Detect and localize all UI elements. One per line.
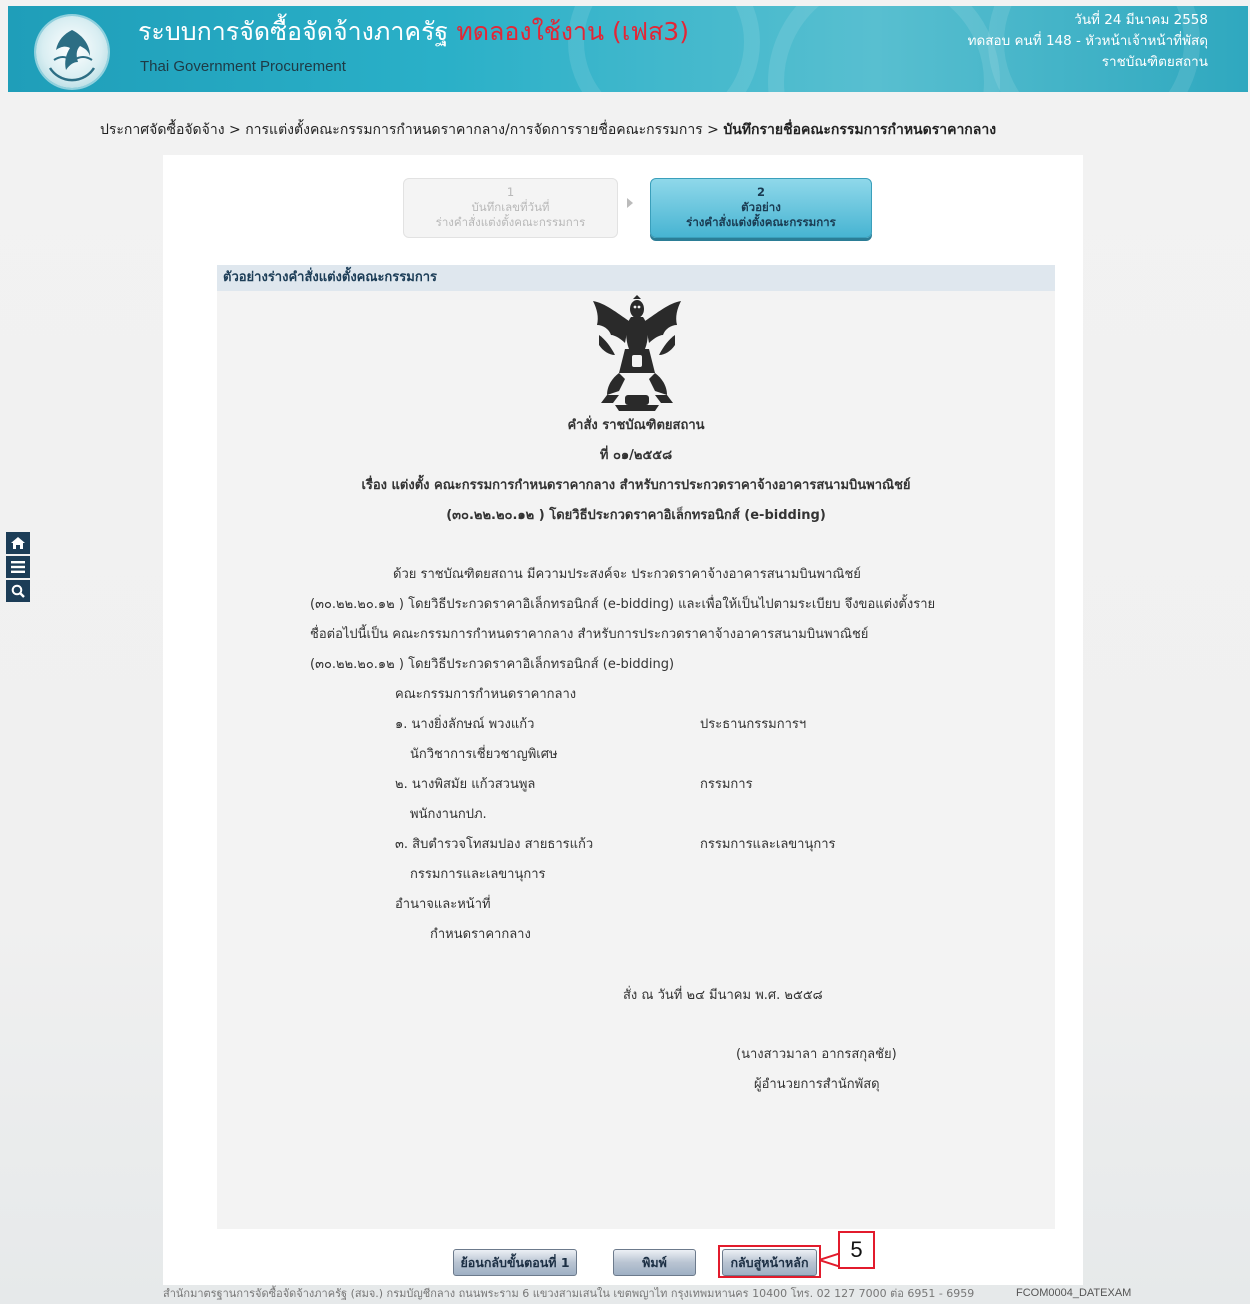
order-date: สั่ง ณ วันที่ ๒๔ มีนาคม พ.ศ. ๒๕๕๘ (623, 988, 823, 1003)
committee-heading: คณะกรรมการกำหนดราคากลาง (395, 687, 577, 702)
order-para-line3: ชื่อต่อไปนี้เป็น คณะกรรมการกำหนดราคากลาง… (310, 627, 869, 642)
member-position: นักวิชาการเชี่ยวชาญพิเศษ (410, 747, 558, 762)
garuda-emblem (593, 295, 681, 411)
system-title-text: ระบบการจัดซื้อจัดจ้างภาครัฐ (138, 17, 449, 46)
breadcrumb-item-announce[interactable]: ประกาศจัดซื้อจัดจ้าง (100, 122, 225, 138)
breadcrumb-separator: > (707, 122, 719, 138)
member-role: กรรมการ (700, 777, 753, 792)
panel-title: ตัวอย่างร่างคำสั่งแต่งตั้งคณะกรรมการ (217, 265, 1055, 291)
print-button[interactable]: พิมพ์ (613, 1249, 696, 1276)
order-document: คำสั่ง ราชบัณฑิตยสถาน ที่ ๐๑/๒๕๕๘ เรื่อง… (217, 291, 1055, 1229)
signer-title: ผู้อำนวยการสำนักพัสดุ (754, 1077, 880, 1092)
order-heading: คำสั่ง ราชบัณฑิตยสถาน (567, 418, 705, 433)
step-number: 1 (506, 185, 515, 199)
user-name: ทดสอบ คนที่ 148 - หัวหน้าเจ้าหน้าที่พัสด… (967, 33, 1208, 49)
member-position: พนักงานกปภ. (410, 807, 487, 822)
breadcrumb: ประกาศจัดซื้อจัดจ้าง > การแต่งตั้งคณะกรร… (100, 119, 996, 141)
current-date: วันที่ 24 มีนาคม 2558 (1074, 12, 1208, 28)
member-role: ประธานกรรมการฯ (700, 717, 807, 732)
wizard-step-1[interactable]: 1 บันทึกเลขที่วันที่ ร่างคำสั่งแต่งตั้งค… (403, 178, 618, 238)
user-info: วันที่ 24 มีนาคม 2558 ทดสอบ คนที่ 148 - … (968, 10, 1208, 73)
step-arrow-icon (627, 198, 633, 208)
order-para-line2: (๓๐.๒๒.๒๐.๑๒ ) โดยวิธีประกวดราคาอิเล็กทร… (310, 597, 936, 612)
user-org: ราชบัณฑิตยสถาน (1101, 54, 1208, 70)
main-card: 1 บันทึกเลขที่วันที่ ร่างคำสั่งแต่งตั้งค… (163, 155, 1083, 1285)
member-name: ๑. นางยิ่งลักษณ์ พวงแก้ว (395, 717, 535, 732)
side-toolbar (6, 532, 30, 604)
system-title: ระบบการจัดซื้อจัดจ้างภาครัฐ ทดลองใช้งาน (… (138, 12, 689, 52)
signer-name: (นางสาวมาลา อากรสกุลชัย) (736, 1047, 897, 1062)
annotation-highlight-box (718, 1245, 821, 1278)
duty-text: กำหนดราคากลาง (430, 927, 531, 942)
breadcrumb-item-committee[interactable]: การแต่งตั้งคณะกรรมการกำหนดราคากลาง/การจั… (245, 122, 703, 138)
search-icon[interactable] (6, 580, 30, 602)
order-subject-line2: (๓๐.๒๒.๒๐.๑๒ ) โดยวิธีประกวดราคาอิเล็กทร… (446, 508, 826, 523)
duty-heading: อำนาจและหน้าที่ (395, 897, 491, 912)
step-label-line2: ร่างคำสั่งแต่งตั้งคณะกรรมการ (686, 215, 836, 229)
comptroller-logo[interactable] (36, 16, 108, 88)
step-label-line2: ร่างคำสั่งแต่งตั้งคณะกรรมการ (435, 215, 586, 229)
footer-text: สำนักมาตรฐานการจัดซื้อจัดจ้างภาครัฐ (สมจ… (163, 1287, 975, 1300)
wizard-step-2[interactable]: 2 ตัวอย่าง ร่างคำสั่งแต่งตั้งคณะกรรมการ (650, 178, 872, 238)
order-number: ที่ ๐๑/๒๕๕๘ (599, 448, 673, 463)
member-name: ๓. สิบตำรวจโทสมปอง สายธารแก้ว (395, 837, 594, 852)
step-label-line1: ตัวอย่าง (741, 200, 781, 214)
step-number: 2 (756, 185, 765, 199)
order-para-line4: (๓๐.๒๒.๒๐.๑๒ ) โดยวิธีประกวดราคาอิเล็กทร… (310, 657, 675, 672)
member-name: ๒. นางพิสมัย แก้วสวนพูล (395, 777, 536, 792)
order-para-line1: ด้วย ราชบัณฑิตยสถาน มีความประสงค์จะ ประก… (393, 567, 861, 582)
back-to-step1-button[interactable]: ย้อนกลับขั้นตอนที่ 1 (453, 1249, 577, 1276)
member-position: กรรมการและเลขานุการ (410, 867, 546, 882)
trial-label: ทดลองใช้งาน (เฟส3) (456, 17, 689, 46)
step-label-line1: บันทึกเลขที่วันที่ (471, 200, 550, 214)
breadcrumb-current: บันทึกรายชื่อคณะกรรมการกำหนดราคากลาง (723, 122, 997, 138)
home-icon[interactable] (6, 532, 30, 554)
breadcrumb-separator: > (229, 122, 241, 138)
menu-icon[interactable] (6, 556, 30, 578)
annotation-number: 5 (838, 1231, 875, 1269)
system-subtitle: Thai Government Procurement (140, 58, 346, 75)
member-role: กรรมการและเลขานุการ (700, 837, 836, 852)
site-header: ระบบการจัดซื้อจัดจ้างภาครัฐ ทดลองใช้งาน (… (8, 6, 1248, 92)
order-subject-line1: เรื่อง แต่งตั้ง คณะกรรมการกำหนดราคากลาง … (361, 478, 911, 493)
page-code: FCOM0004_DATEXAM (1016, 1287, 1132, 1299)
